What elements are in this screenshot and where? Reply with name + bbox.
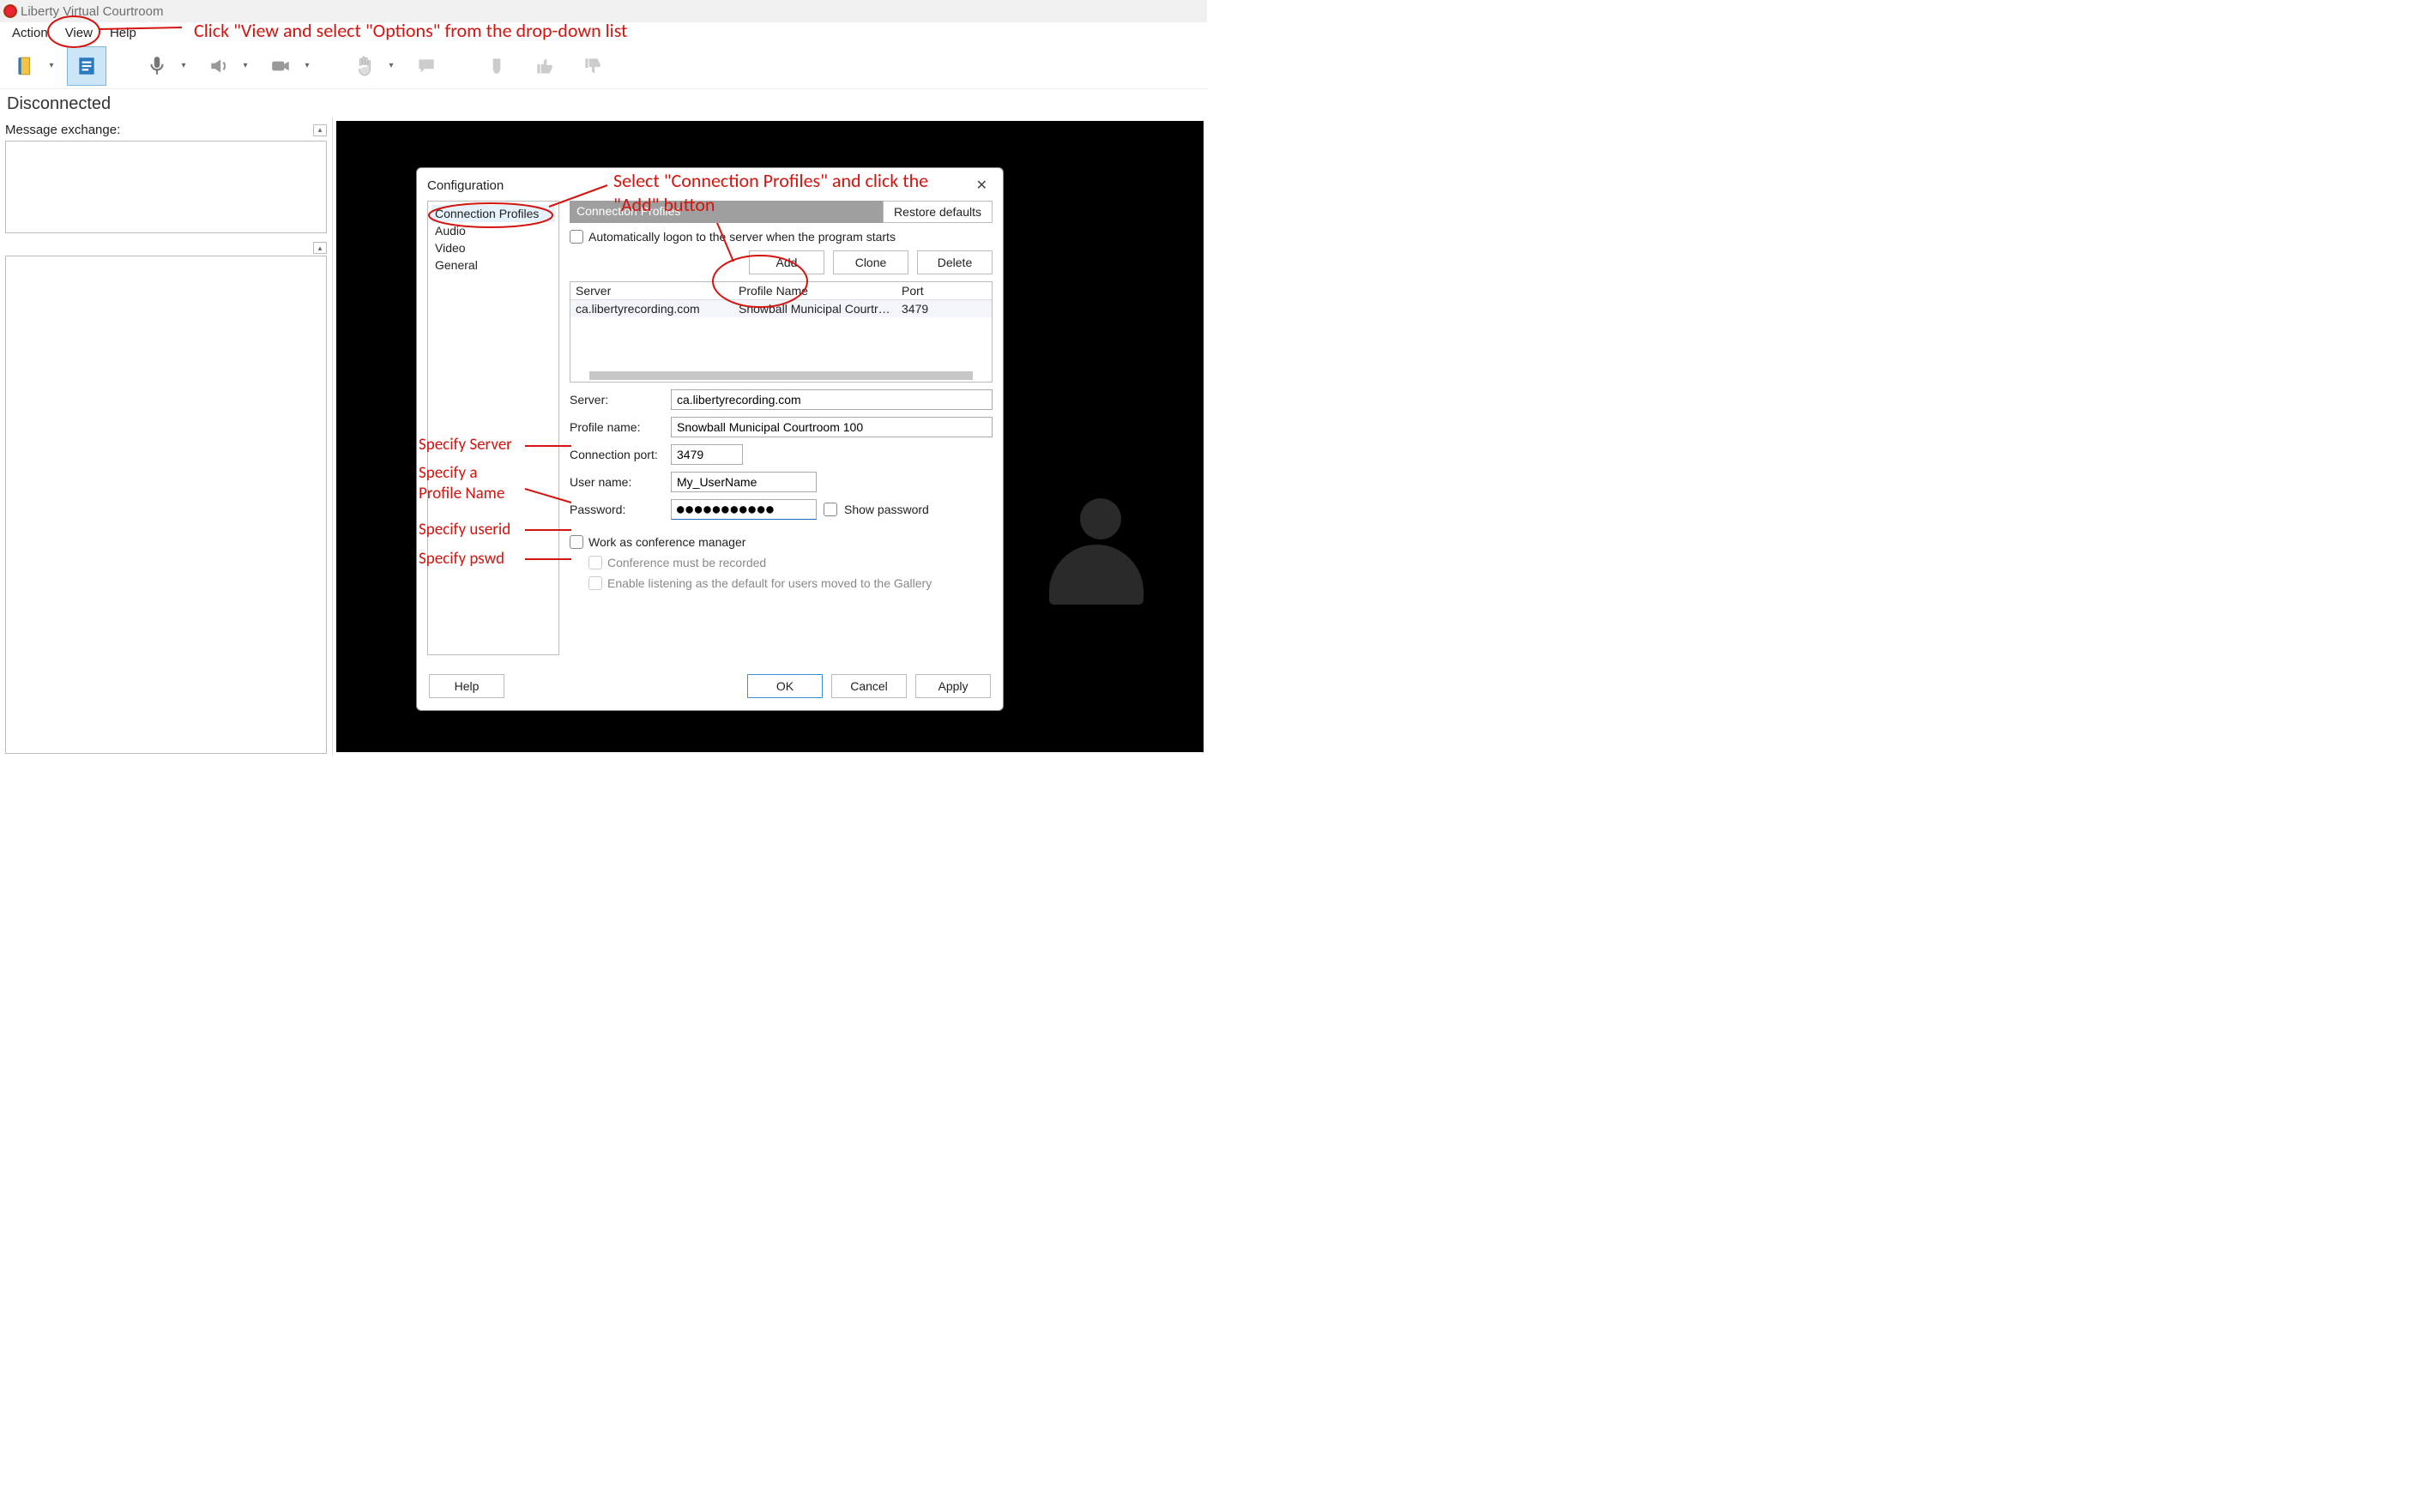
menubar: Action View Help [0,22,1207,43]
restore-defaults-button[interactable]: Restore defaults [883,201,993,223]
microphone-icon[interactable] [137,46,177,86]
work-as-manager-checkbox[interactable] [570,535,583,549]
sidebar-item-audio[interactable]: Audio [432,222,555,239]
sidebar-item-connection-profiles[interactable]: Connection Profiles [432,205,555,222]
message-exchange-label: Message exchange: [5,123,120,137]
participant-placeholder-icon [1049,498,1152,610]
speaker-dropdown[interactable]: ▾ [238,46,252,86]
cell-profile: Snowball Municipal Courtroo... [733,300,896,317]
app-title: Liberty Virtual Courtroom [21,4,163,19]
ok-button[interactable]: OK [747,674,823,698]
secondary-box[interactable]: ▴ [5,256,327,754]
camera-icon[interactable] [261,46,300,86]
collapse-msg-icon[interactable]: ▴ [313,124,327,136]
delete-button[interactable]: Delete [917,250,993,274]
enable-listening-checkbox [588,576,602,590]
close-icon[interactable]: ✕ [971,175,993,196]
notes-icon[interactable] [67,46,106,86]
chat-icon[interactable] [407,46,446,86]
show-password-label: Show password [844,503,929,516]
cell-server: ca.libertyrecording.com [570,300,733,317]
hand-raise-icon[interactable] [345,46,384,86]
auto-logon-label: Automatically logon to the server when t… [588,230,896,244]
collapse-secondary-icon[interactable]: ▴ [313,242,327,254]
add-button[interactable]: Add [749,250,824,274]
configuration-dialog: Configuration ✕ Connection Profiles Audi… [416,167,1004,711]
hand-dropdown[interactable]: ▾ [384,46,398,86]
dialog-sidebar: Connection Profiles Audio Video General [427,201,559,655]
username-label: User name: [570,475,664,489]
profiles-table[interactable]: Server Profile Name Port ca.libertyrecor… [570,281,993,383]
table-scrollbar[interactable] [589,371,973,380]
thumb-down-icon[interactable] [573,46,613,86]
sidebar-item-video[interactable]: Video [432,239,555,256]
window-titlebar: Liberty Virtual Courtroom [0,0,1207,22]
port-label: Connection port: [570,448,664,461]
menu-action[interactable]: Action [3,24,57,42]
door-dropdown[interactable]: ▾ [45,46,58,86]
enable-listening-label: Enable listening as the default for user… [607,576,932,590]
clone-button[interactable]: Clone [833,250,908,274]
col-port[interactable]: Port [896,282,957,299]
col-profile[interactable]: Profile Name [733,282,896,299]
connection-status: Disconnected [0,89,1207,117]
port-input[interactable] [671,444,743,465]
glove-icon[interactable] [477,46,516,86]
left-pane: Message exchange: ▴ ▴ [0,117,333,756]
password-input[interactable] [671,499,817,520]
show-password-checkbox[interactable] [824,503,837,516]
profile-name-label: Profile name: [570,420,664,434]
must-record-checkbox [588,556,602,569]
cancel-button[interactable]: Cancel [831,674,907,698]
mic-dropdown[interactable]: ▾ [177,46,190,86]
dialog-title: Configuration [427,178,504,193]
menu-help[interactable]: Help [101,24,145,42]
server-label: Server: [570,393,664,407]
sidebar-item-general[interactable]: General [432,256,555,274]
username-input[interactable] [671,472,817,492]
speaker-icon[interactable] [199,46,238,86]
must-record-label: Conference must be recorded [607,556,766,569]
camera-dropdown[interactable]: ▾ [300,46,314,86]
table-row[interactable]: ca.libertyrecording.com Snowball Municip… [570,300,992,317]
menu-view[interactable]: View [57,24,101,42]
server-input[interactable] [671,389,993,410]
help-button[interactable]: Help [429,674,504,698]
work-as-manager-label: Work as conference manager [588,535,745,549]
message-exchange-box[interactable] [5,141,327,233]
password-label: Password: [570,503,664,516]
app-icon [3,4,17,18]
thumb-up-icon[interactable] [525,46,564,86]
apply-button[interactable]: Apply [915,674,991,698]
door-exit-icon[interactable] [5,46,45,86]
auto-logon-checkbox[interactable] [570,230,583,244]
profile-name-input[interactable] [671,417,993,437]
cell-port: 3479 [896,300,957,317]
section-title: Connection Profiles [570,201,883,223]
col-server[interactable]: Server [570,282,733,299]
toolbar: ▾ ▾ ▾ ▾ ▾ [0,43,1207,89]
